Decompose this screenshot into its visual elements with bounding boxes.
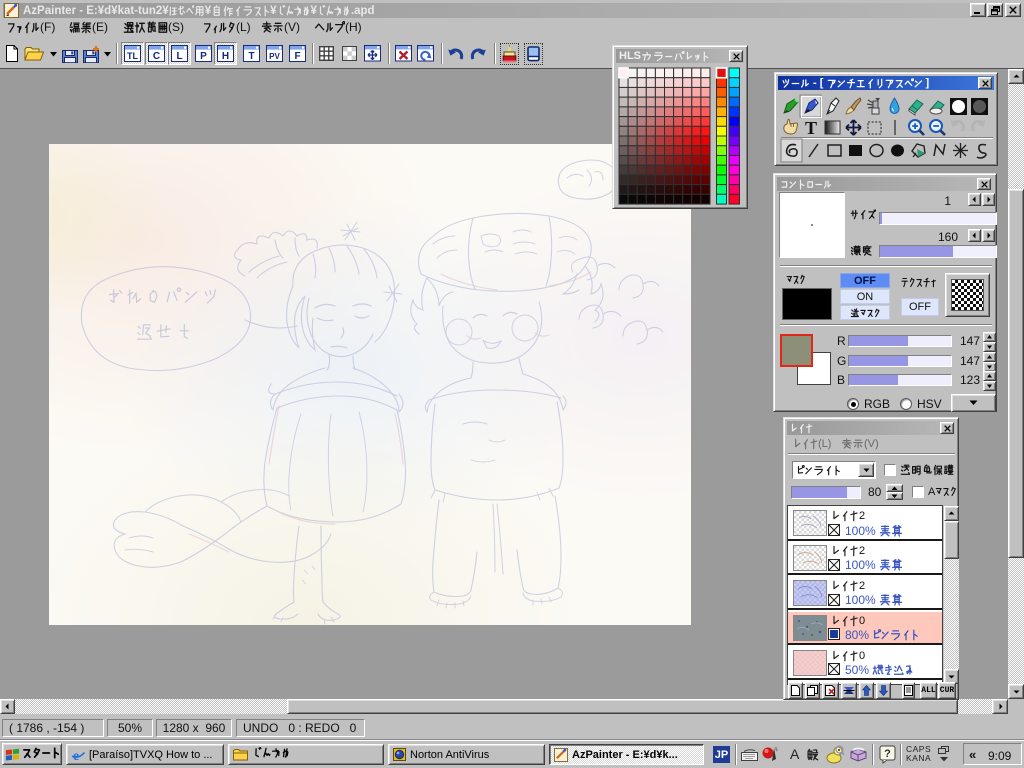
svg-text:F: F (294, 51, 300, 62)
svg-text:PV: PV (269, 52, 280, 61)
svg-text:C: C (153, 51, 160, 62)
svg-text:TL: TL (127, 51, 138, 61)
svg-text:?: ? (884, 748, 891, 760)
svg-text:L: L (176, 51, 182, 62)
svg-text:e: e (73, 749, 79, 762)
svg-text:P: P (200, 51, 207, 62)
svg-text:T: T (805, 118, 817, 138)
svg-text:T: T (248, 51, 254, 62)
svg-text:H: H (222, 51, 229, 62)
